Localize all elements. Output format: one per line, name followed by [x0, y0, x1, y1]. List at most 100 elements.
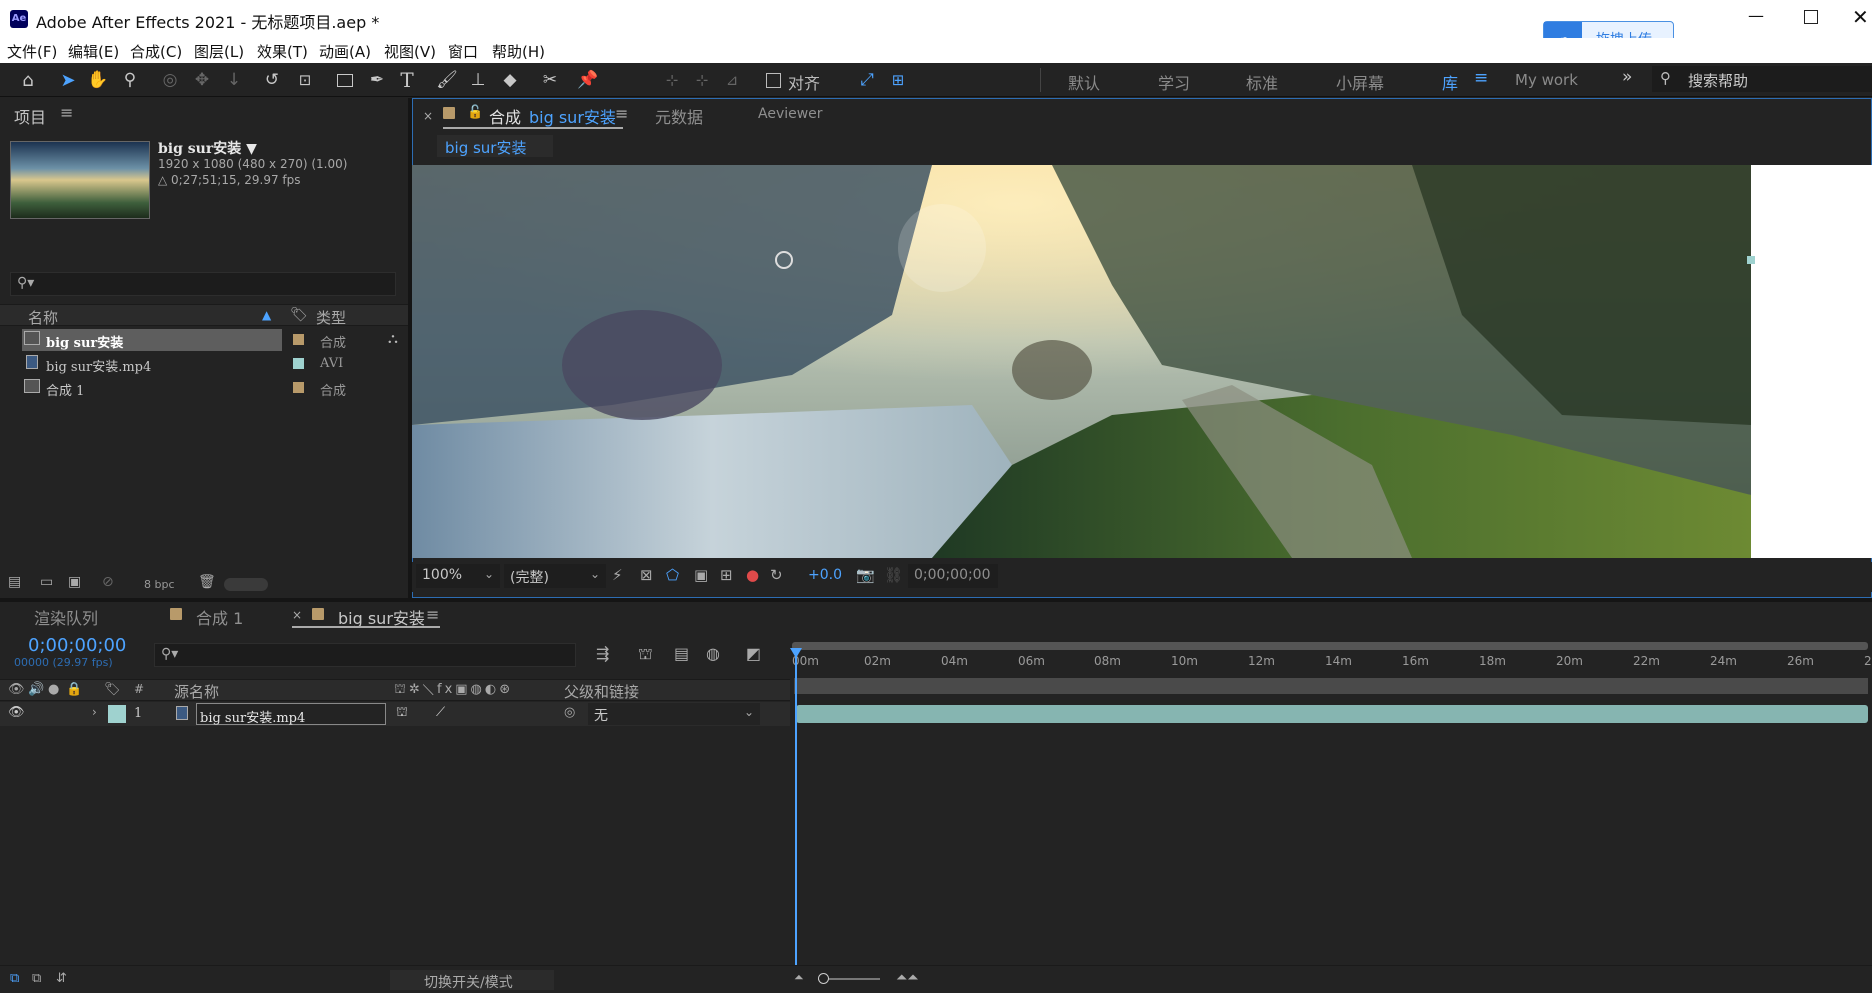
mask-visibility-icon[interactable]: ⬠ — [666, 566, 679, 584]
align-checkbox[interactable] — [766, 73, 781, 88]
transfer-controls-icon[interactable]: ⧉ — [32, 971, 41, 986]
menu-effect[interactable]: 效果(T) — [257, 41, 308, 62]
viewer-timecode[interactable]: 0;00;00;00 — [908, 564, 998, 588]
project-item-row[interactable]: 合成 1 合成 — [0, 376, 408, 400]
exposure-value[interactable]: +0.0 — [808, 567, 842, 583]
snap-icon[interactable]: ⤢ — [855, 68, 879, 92]
tab-render-queue[interactable]: 渲染队列 — [34, 605, 98, 629]
hand-tool-icon[interactable]: ✋ — [86, 68, 110, 92]
work-area-bar[interactable] — [794, 678, 1868, 694]
orbit-tool-icon[interactable]: ◎ — [158, 68, 182, 92]
workspace-learn[interactable]: 学习 — [1158, 70, 1190, 94]
transparency-grid-icon[interactable]: ⊠ — [640, 566, 653, 584]
tab-aeviewer[interactable]: Aeviewer — [758, 106, 823, 122]
grid-guides-icon[interactable]: ⊞ — [720, 566, 733, 584]
motion-blur-icon[interactable]: ◍ — [706, 644, 720, 663]
eye-icon[interactable]: 👁 — [8, 705, 25, 720]
menu-file[interactable]: 文件(F) — [7, 41, 57, 62]
layer-label-swatch[interactable] — [108, 705, 126, 723]
dolly-tool-icon[interactable]: ↓ — [222, 68, 246, 92]
brush-tool-icon[interactable]: 🖌 — [435, 68, 459, 92]
zoom-slider-knob[interactable] — [818, 973, 829, 984]
close-tab-icon[interactable]: × — [292, 608, 302, 622]
view-axis-icon[interactable]: ⊿ — [720, 68, 744, 92]
expand-chevron-icon[interactable]: › — [92, 705, 97, 719]
bpc-label[interactable]: 8 bpc — [144, 578, 175, 591]
maximize-button[interactable] — [1804, 10, 1818, 24]
comp-tab-name[interactable]: big sur安装 — [529, 104, 616, 128]
color-channels-icon[interactable]: ● — [746, 566, 759, 584]
minimize-button[interactable]: — — [1748, 6, 1768, 25]
label-color-swatch[interactable] — [293, 358, 304, 369]
graph-editor-icon[interactable]: ◩ — [746, 644, 761, 663]
close-tab-icon[interactable]: × — [423, 109, 433, 123]
help-search-box[interactable]: ⚲ 搜索帮助 — [1652, 66, 1872, 92]
label-color-swatch[interactable] — [293, 334, 304, 345]
workspace-library[interactable]: 库 — [1442, 70, 1458, 94]
resolution-dropdown[interactable]: (完整) ⌄ — [504, 564, 606, 588]
close-button[interactable]: ✕ — [1852, 5, 1869, 29]
type-tool-icon[interactable]: T — [395, 68, 419, 92]
toggle-switches-modes[interactable]: 切换开关/模式 — [390, 970, 554, 991]
zoom-dropdown[interactable]: 100% ⌄ — [416, 564, 500, 588]
layer-handle[interactable] — [1747, 256, 1755, 264]
composition-flowchart-icon[interactable]: ⇶ — [596, 644, 609, 663]
quality-switch-icon[interactable]: ⟋ — [436, 705, 445, 720]
workspace-more-icon[interactable]: » — [1622, 67, 1632, 87]
source-name-header[interactable]: 源名称 — [174, 681, 219, 702]
rectangle-tool-icon[interactable] — [333, 68, 357, 92]
label-color-swatch[interactable] — [293, 382, 304, 393]
column-type-header[interactable]: 类型 — [316, 307, 346, 328]
region-of-interest-icon[interactable]: ▣ — [694, 566, 708, 584]
rotate-tool-icon[interactable]: ↺ — [260, 68, 284, 92]
new-folder-icon[interactable]: ▭ — [40, 574, 53, 590]
workspace-menu-icon[interactable]: ≡ — [1474, 68, 1488, 88]
zoom-out-icon[interactable]: ⏶ — [794, 970, 804, 985]
shy-layers-icon[interactable]: ⛫ — [638, 644, 653, 665]
time-navigator[interactable] — [792, 642, 1868, 650]
clone-stamp-tool-icon[interactable]: ⊥ — [466, 68, 490, 92]
time-ruler[interactable]: 00m 02m 04m 06m 08m 10m 12m 14m 16m 18m … — [792, 652, 1872, 672]
project-search-input[interactable]: ⚲▾ — [10, 272, 396, 296]
pan-tool-icon[interactable]: ✥ — [190, 68, 214, 92]
timeline-menu-icon[interactable]: ≡ — [426, 605, 439, 624]
puppet-tool-icon[interactable]: 📌 — [576, 68, 600, 92]
column-name-header[interactable]: 名称 — [28, 307, 58, 328]
selected-item-name[interactable]: big sur安装 ▼ — [158, 138, 257, 158]
current-time-indicator[interactable] — [795, 650, 797, 990]
current-time-display[interactable]: 0;00;00;00 — [28, 635, 126, 656]
project-item-row[interactable]: big sur安装 合成 ⛬ — [0, 328, 408, 352]
adjust-settings-icon[interactable]: ⊘ — [102, 574, 114, 590]
tab-comp-1[interactable]: 合成 1 — [196, 605, 243, 629]
flowchart-icon[interactable]: ⛬ — [388, 331, 398, 347]
menu-composition[interactable]: 合成(C) — [130, 41, 182, 62]
layer-switches-icon[interactable]: ⧉ — [10, 971, 19, 986]
pan-behind-tool-icon[interactable]: ⊡ — [293, 68, 317, 92]
comp-tab-menu-icon[interactable]: ≡ — [615, 104, 628, 123]
roto-brush-tool-icon[interactable]: ✂ — [538, 68, 562, 92]
interpret-footage-icon[interactable]: ▤ — [8, 574, 21, 590]
shy-switch-icon[interactable]: ⛫ — [396, 705, 408, 722]
zoom-in-icon[interactable]: ⏶⏶ — [896, 970, 918, 986]
zoom-tool-icon[interactable]: ⚲ — [118, 68, 142, 92]
project-zoom-slider[interactable] — [224, 578, 268, 591]
menu-window[interactable]: 窗口 — [448, 41, 478, 62]
local-axis-icon[interactable]: ⊹ — [660, 68, 684, 92]
frame-blending-icon[interactable]: ▤ — [674, 644, 689, 663]
project-item-row[interactable]: big sur安装.mp4 AVI — [0, 352, 408, 376]
in-out-icon[interactable]: ⇵ — [56, 971, 67, 986]
layer-row[interactable]: 👁 › 1 big sur安装.mp4 ⛫ ⟋ ◎ 无 ⌄ — [0, 702, 790, 726]
new-composition-icon[interactable]: ▣ — [68, 574, 81, 590]
workspace-default[interactable]: 默认 — [1068, 70, 1100, 94]
trash-icon[interactable]: 🗑 — [198, 574, 216, 590]
lock-icon[interactable]: 🔓 — [467, 105, 483, 120]
eraser-tool-icon[interactable]: ◆ — [498, 68, 522, 92]
menu-edit[interactable]: 编辑(E) — [68, 41, 119, 62]
project-panel-menu-icon[interactable]: ≡ — [60, 103, 73, 122]
reset-exposure-icon[interactable]: ↻ — [770, 566, 783, 584]
home-icon[interactable]: ⌂ — [16, 68, 40, 92]
show-snapshot-icon[interactable]: ⛓ — [884, 566, 903, 584]
timeline-search-input[interactable]: ⚲▾ — [154, 643, 576, 667]
composition-viewer[interactable] — [412, 165, 1751, 558]
comp-breadcrumb[interactable]: big sur安装 — [437, 135, 553, 157]
